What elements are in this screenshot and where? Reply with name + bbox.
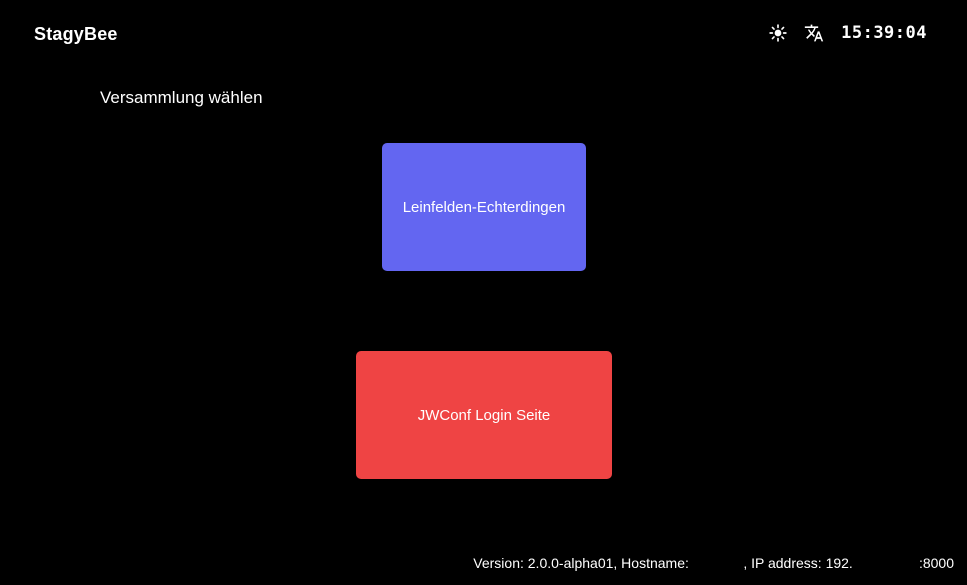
header-controls: 15:39:04 [767, 22, 927, 44]
congregation-button[interactable]: Leinfelden-Echterdingen [382, 143, 586, 271]
jwconf-login-button[interactable]: JWConf Login Seite [356, 351, 612, 479]
footer-port: :8000 [918, 555, 954, 571]
footer-ip: , IP address: 192. [743, 555, 853, 571]
page-title: Versammlung wählen [100, 88, 263, 107]
congregation-button-label: Leinfelden-Echterdingen [402, 198, 566, 216]
app-root: StagyBee 15:39:04 Versammlung wählen Lei… [0, 0, 967, 585]
jwconf-login-button-label: JWConf Login Seite [417, 406, 551, 424]
translate-icon[interactable] [803, 22, 825, 44]
footer-info: Version: 2.0.0-alpha01, Hostname: , IP a… [473, 555, 954, 571]
footer-version: Version: 2.0.0-alpha01, Hostname: [473, 555, 689, 571]
sun-icon[interactable] [767, 22, 789, 44]
clock-display: 15:39:04 [841, 23, 927, 43]
app-brand: StagyBee [34, 24, 118, 44]
